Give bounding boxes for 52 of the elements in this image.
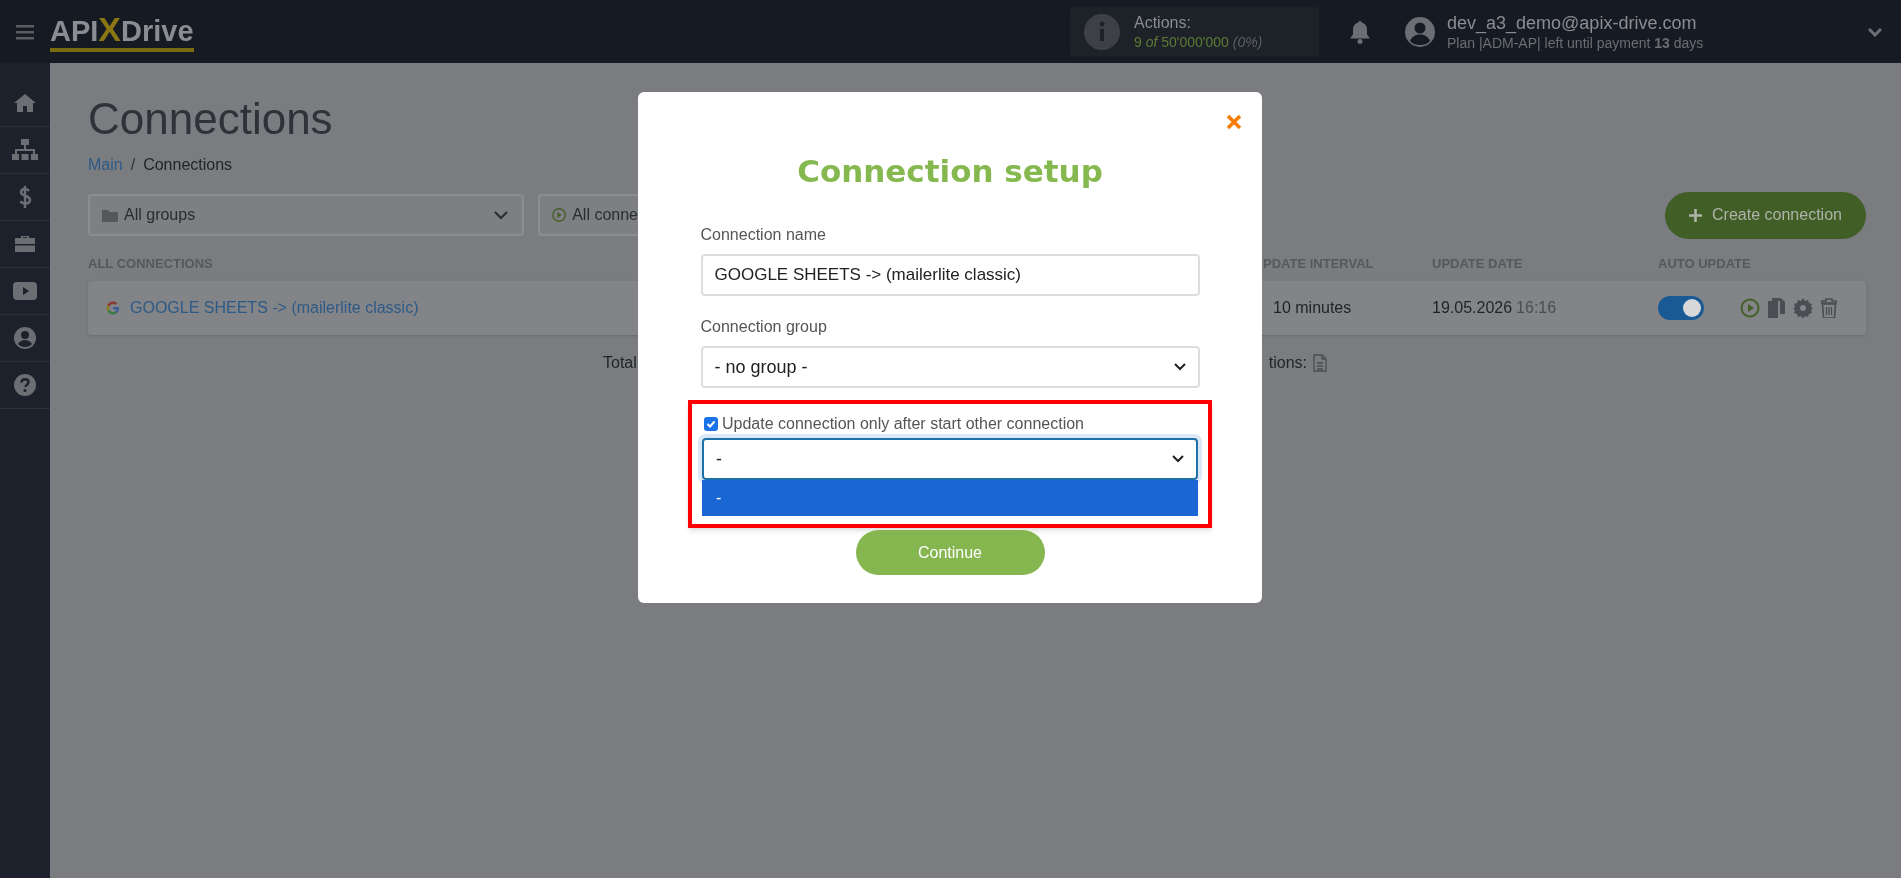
logo[interactable]: APIXDrive <box>50 11 194 52</box>
plus-icon <box>1689 208 1703 222</box>
document-icon[interactable] <box>1313 354 1328 372</box>
chevron-down-icon <box>494 210 508 220</box>
field-label: Connection group <box>700 317 828 337</box>
checkbox[interactable] <box>704 417 718 431</box>
update-date: 19.05.2026 <box>1432 298 1513 318</box>
breadcrumb-separator: / <box>130 155 136 175</box>
total-label: Total <box>603 353 637 373</box>
play-circle-icon <box>552 207 567 223</box>
filter-select[interactable]: All conne <box>538 194 638 236</box>
field-label: Connection name <box>700 225 827 245</box>
chevron-down-icon <box>1173 363 1186 371</box>
actions-count: 9 of 50'000'000 (0%) <box>1134 32 1263 51</box>
table-cell-text: 10 minutes <box>1272 298 1353 318</box>
settings-icon[interactable] <box>1793 298 1813 318</box>
play-circle-icon[interactable] <box>1740 298 1760 318</box>
filter-select[interactable]: All groups <box>88 194 524 236</box>
avatar-icon[interactable] <box>1405 16 1435 47</box>
modal-title: Connection setup <box>797 152 1103 190</box>
chevron-down-icon[interactable] <box>1867 26 1883 37</box>
google-g-icon <box>106 301 120 315</box>
select-value: - <box>716 447 722 471</box>
dropdown-option[interactable]: - <box>702 480 1198 516</box>
page-title: Connections <box>88 93 333 145</box>
plan-info: Plan |ADM-AP| left until payment 13 days <box>1447 34 1705 52</box>
sitemap-icon[interactable] <box>12 139 38 161</box>
connection-group-select[interactable]: - no group - <box>700 346 1200 388</box>
video-play-icon[interactable] <box>13 282 37 300</box>
total-connections-label: tions: <box>1268 353 1308 373</box>
menu-icon[interactable] <box>16 23 34 40</box>
info-icon <box>1084 13 1120 50</box>
copy-icon[interactable] <box>1768 298 1785 318</box>
toggle-switch[interactable] <box>1658 296 1704 320</box>
checkbox-label[interactable]: Update connection only after start other connection <box>722 414 1084 434</box>
create-connection-button[interactable]: Create connection <box>1665 191 1866 239</box>
bell-icon[interactable] <box>1349 19 1371 44</box>
folder-icon <box>102 208 118 222</box>
update-time: 16:16 <box>1516 298 1557 318</box>
close-icon[interactable] <box>1226 114 1242 130</box>
briefcase-icon[interactable] <box>13 234 37 254</box>
actions-label: Actions: <box>1134 12 1192 33</box>
help-icon[interactable] <box>14 374 36 396</box>
trash-icon[interactable] <box>1821 298 1837 318</box>
select-value: - no group - <box>714 355 808 379</box>
user-icon[interactable] <box>14 327 36 349</box>
connection-name-field[interactable]: GOOGLE SHEETS -> (mailerlite classic) <box>700 254 1200 296</box>
dollar-icon[interactable] <box>18 185 32 209</box>
home-icon[interactable] <box>13 93 37 113</box>
chevron-down-icon <box>1172 455 1184 463</box>
breadcrumb-current: Connections <box>143 155 233 175</box>
user-email: dev_a3_demo@apix-drive.com <box>1447 11 1698 34</box>
